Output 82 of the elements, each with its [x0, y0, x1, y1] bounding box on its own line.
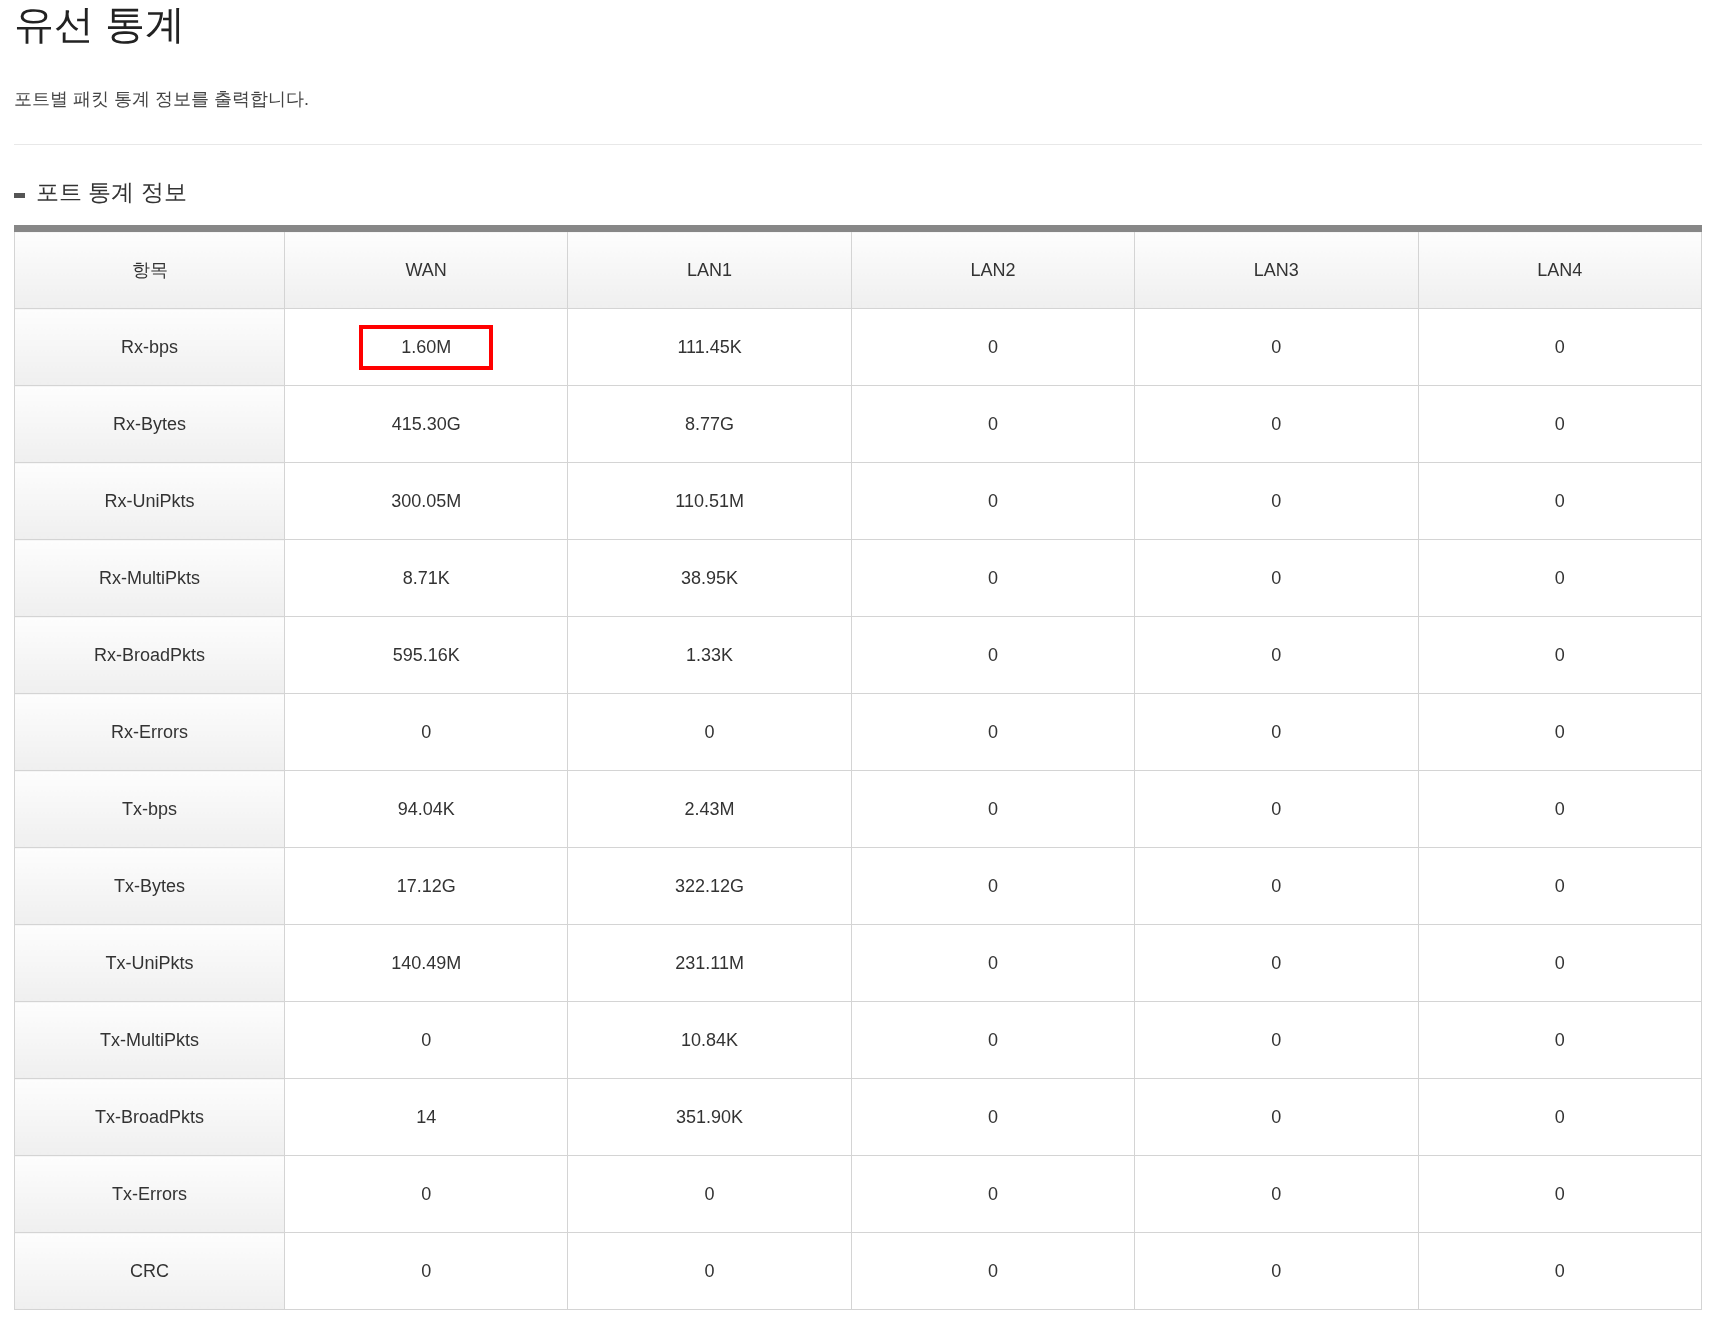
table-value: 0: [1553, 643, 1566, 667]
row-header: Rx-bps: [120, 335, 179, 359]
table-value: 17.12G: [395, 874, 457, 898]
table-value: 0: [986, 951, 999, 975]
table-value: 300.05M: [390, 489, 463, 513]
table-value: 0: [1553, 1259, 1566, 1283]
table-value: 8.71K: [401, 566, 451, 590]
table-value: 0: [1270, 797, 1283, 821]
table-value: 0: [986, 1028, 999, 1052]
table-value: 0: [986, 643, 999, 667]
row-header: Tx-Bytes: [113, 874, 186, 898]
table-value: 0: [1270, 951, 1283, 975]
table-value: 0: [1270, 874, 1283, 898]
table-value: 111.45K: [676, 335, 743, 359]
row-header: Tx-bps: [121, 797, 178, 821]
table-value: 0: [1553, 566, 1566, 590]
table-value: 0: [1270, 1028, 1283, 1052]
table-value: 322.12G: [674, 874, 746, 898]
table-value: 0: [1270, 1259, 1283, 1283]
row-header: Tx-Errors: [111, 1182, 188, 1206]
table-value: 0: [420, 1182, 433, 1206]
table-value: 0: [1270, 643, 1283, 667]
section-title: 포트 통계 정보: [36, 177, 187, 207]
table-value: 415.30G: [390, 412, 462, 436]
table-value: 0: [1553, 1028, 1566, 1052]
page-title: 유선 통계: [14, 1, 187, 46]
table-value: 0: [986, 797, 999, 821]
table-value: 0: [1270, 412, 1283, 436]
row-header: Tx-UniPkts: [104, 951, 195, 975]
table-value: 0: [1270, 489, 1283, 513]
table-value: 0: [1270, 1105, 1283, 1129]
row-header: Tx-BroadPkts: [94, 1105, 205, 1129]
row-header: CRC: [129, 1259, 170, 1283]
table-value: 8.77G: [684, 412, 736, 436]
table-value: 1.33K: [685, 643, 735, 667]
table-value: 0: [1553, 412, 1566, 436]
table-value: 0: [986, 566, 999, 590]
table-value: 0: [986, 1182, 999, 1206]
table-value: 0: [986, 412, 999, 436]
table-value: 0: [703, 1259, 716, 1283]
row-header: Rx-Bytes: [112, 412, 187, 436]
row-header: Rx-BroadPkts: [92, 643, 206, 667]
row-header: Rx-MultiPkts: [98, 566, 201, 590]
table-value: 2.43M: [683, 797, 736, 821]
table-value: 0: [420, 1259, 433, 1283]
row-header: Rx-Errors: [110, 720, 189, 744]
table-value: 0: [986, 720, 999, 744]
row-header: Rx-UniPkts: [103, 489, 196, 513]
table-value: 140.49M: [390, 951, 463, 975]
table-value: 0: [420, 720, 433, 744]
table-value: 0: [986, 874, 999, 898]
dash-icon: [14, 192, 25, 198]
table-value: 0: [1553, 874, 1566, 898]
row-header: Tx-MultiPkts: [99, 1028, 200, 1052]
table-value: 0: [1270, 1182, 1283, 1206]
table-value: 0: [1553, 797, 1566, 821]
table-value: 0: [1553, 720, 1566, 744]
table-value: 0: [1553, 951, 1566, 975]
table-value: 0: [1270, 566, 1283, 590]
table-value: 0: [986, 489, 999, 513]
table-value: 231.11M: [674, 951, 745, 975]
table-value: 14: [415, 1105, 438, 1129]
table-value: 595.16K: [391, 643, 461, 667]
page-description: 포트별 패킷 통계 정보를 출력합니다.: [14, 88, 310, 110]
table-value: 0: [703, 720, 716, 744]
table-value: 0: [986, 1259, 999, 1283]
table-value: 0: [986, 335, 999, 359]
highlighted-value: 1.60M: [359, 324, 494, 370]
table-value: 0: [1270, 335, 1283, 359]
table-value: 0: [420, 1028, 433, 1052]
table-value: 0: [986, 1105, 999, 1129]
table-value: 94.04K: [396, 797, 456, 821]
table-value: 351.90K: [675, 1105, 745, 1129]
table-value: 38.95K: [680, 566, 740, 590]
table-value: 0: [1553, 335, 1566, 359]
table-value: 0: [1553, 1105, 1566, 1129]
table-value: 0: [1553, 489, 1566, 513]
table-value: 0: [703, 1182, 716, 1206]
table-value: 0: [1553, 1182, 1566, 1206]
table-value: 0: [1270, 720, 1283, 744]
table-value: 110.51M: [674, 489, 745, 513]
table-value: 10.84K: [680, 1028, 740, 1052]
